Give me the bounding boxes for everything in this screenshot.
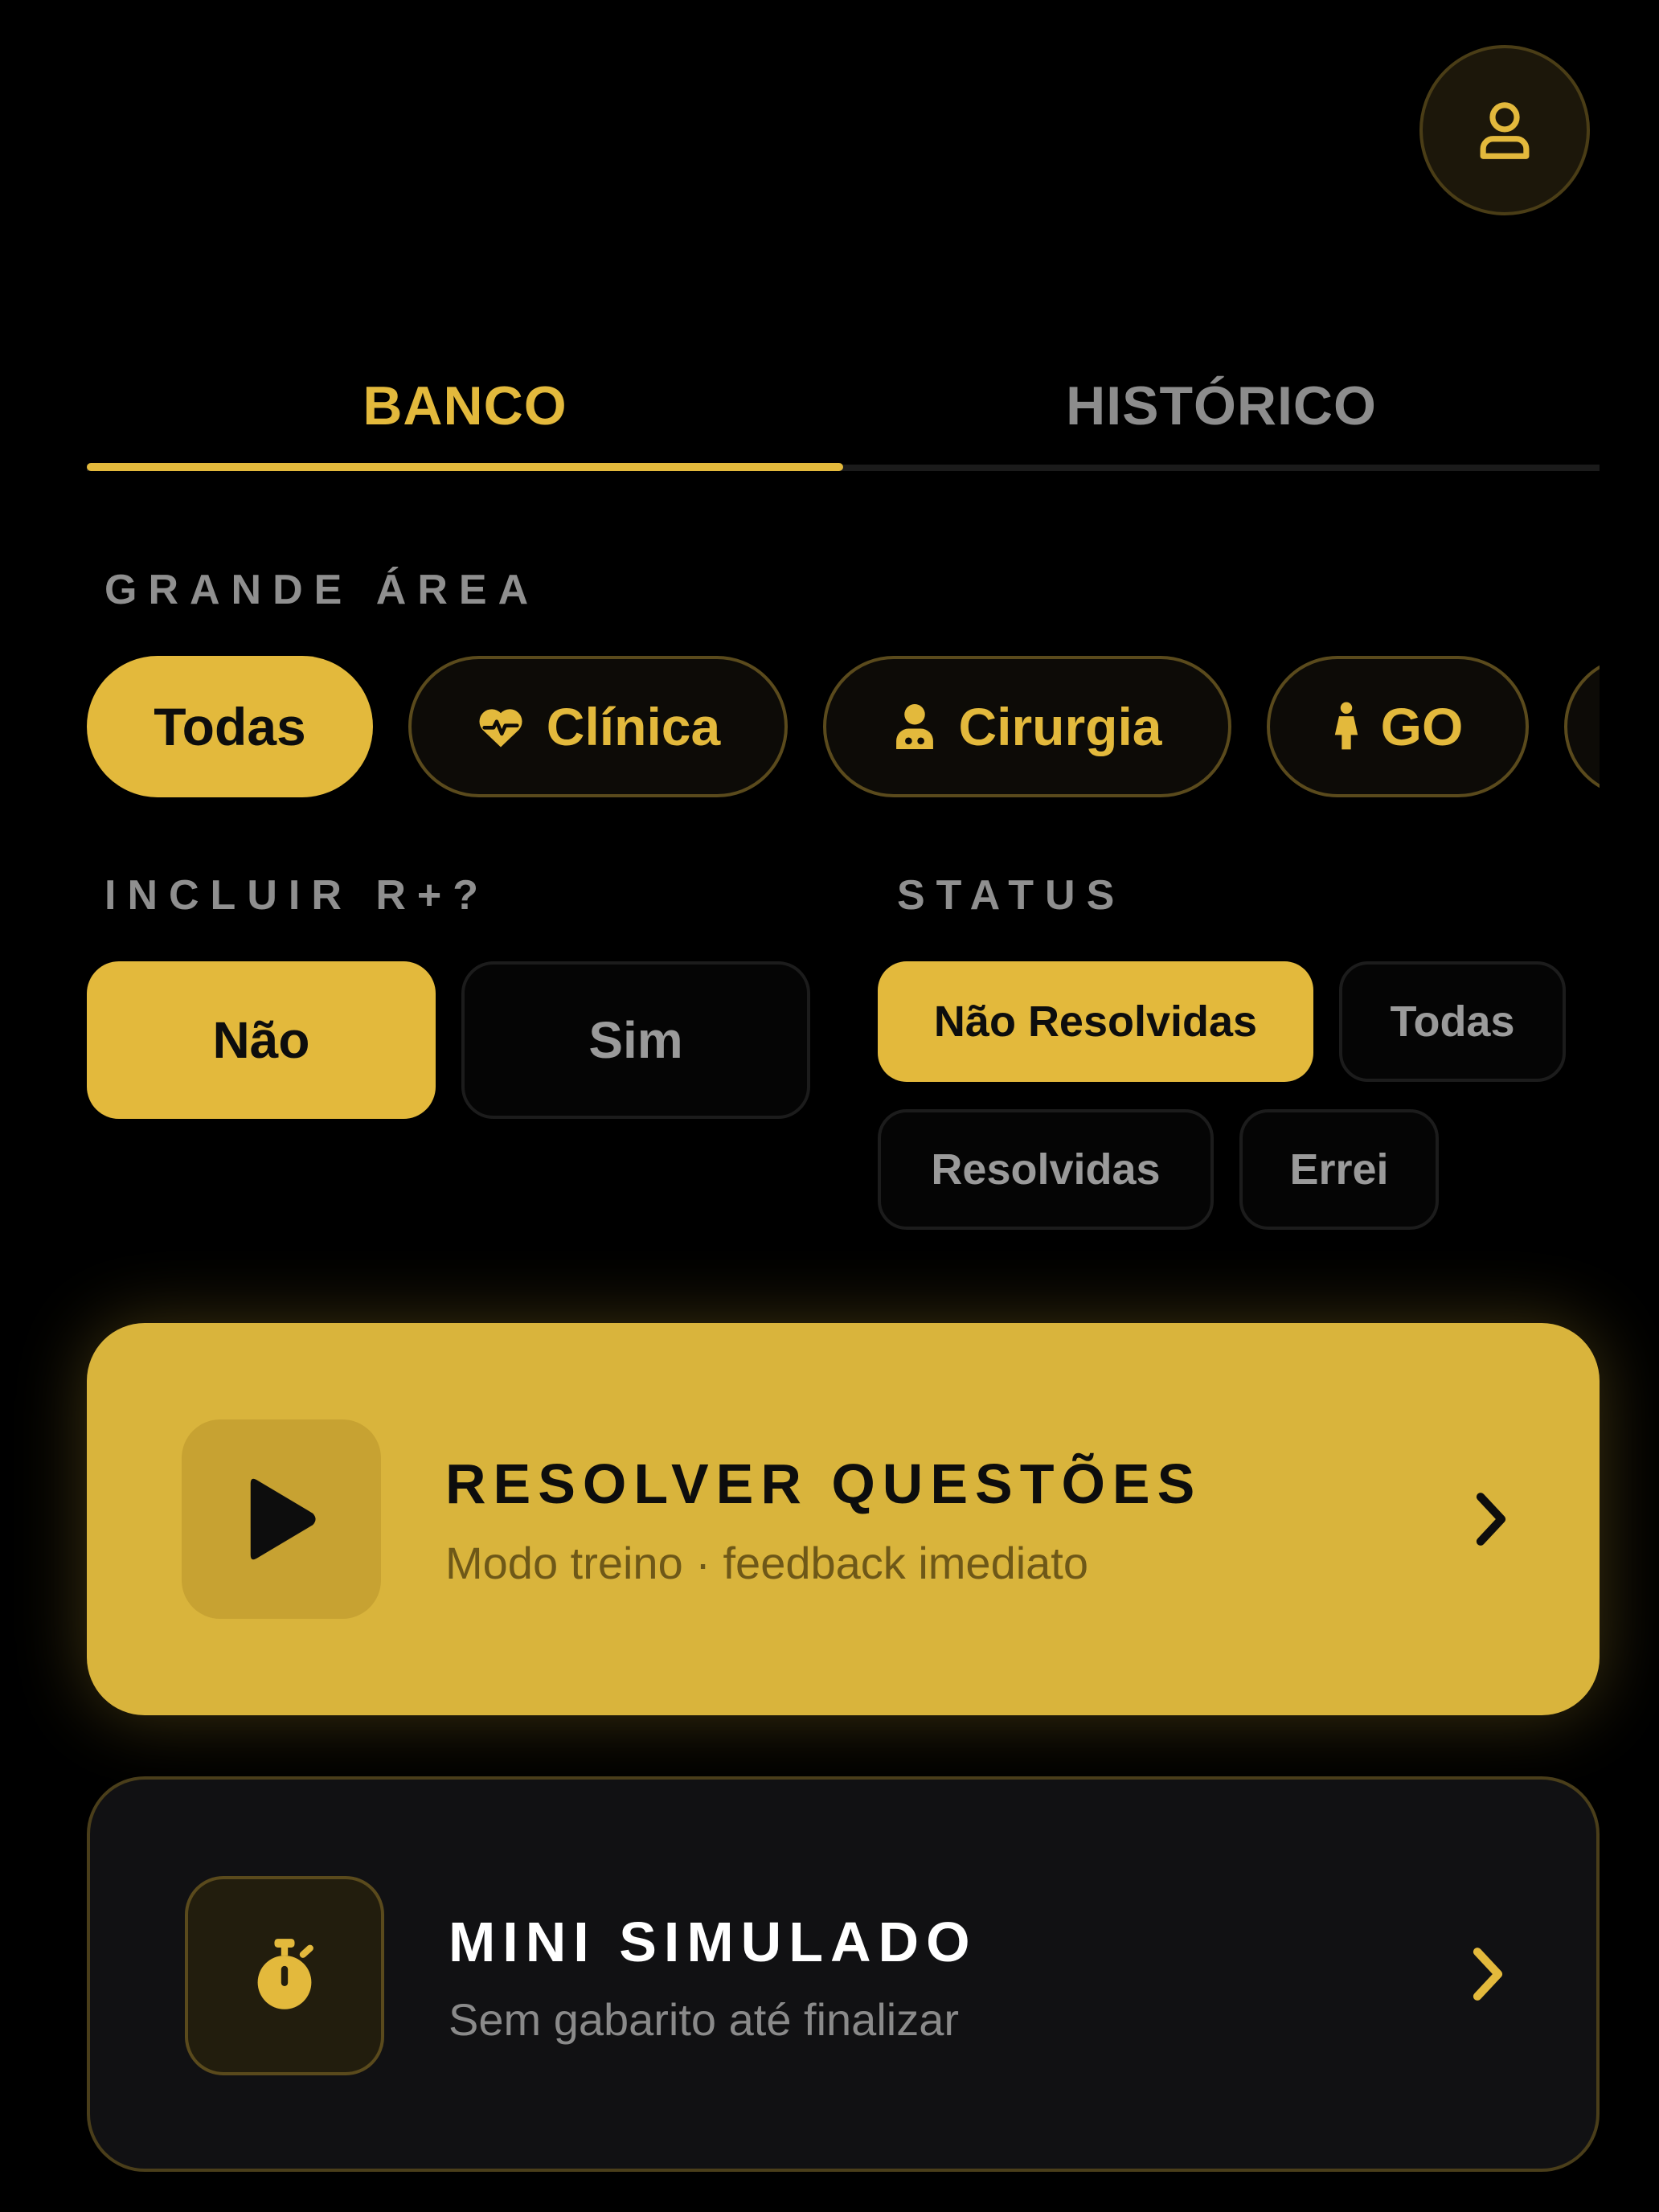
heart-pulse-icon (479, 709, 522, 748)
incluir-r-label: INCLUIR R+? (104, 872, 490, 919)
status-resolvidas[interactable]: Resolvidas (878, 1109, 1214, 1230)
chip-more[interactable] (1564, 656, 1600, 797)
resolver-icon-tile (182, 1419, 381, 1619)
status-todas[interactable]: Todas (1339, 961, 1566, 1082)
tab-banco[interactable]: BANCO (87, 338, 843, 474)
chip-cirurgia[interactable]: Cirurgia (823, 656, 1231, 797)
resolver-title: RESOLVER QUESTÕES (445, 1452, 1202, 1515)
chip-todas[interactable]: Todas (87, 656, 373, 797)
user-icon (1480, 102, 1530, 159)
chip-label: Todas (154, 697, 306, 756)
grande-area-label: GRANDE ÁREA (104, 567, 540, 613)
status-label: STATUS (897, 872, 1126, 919)
profile-button[interactable] (1419, 45, 1590, 215)
status-nao-resolvidas[interactable]: Não Resolvidas (878, 961, 1313, 1082)
incluir-r-sim[interactable]: Sim (461, 961, 810, 1119)
mini-simulado-card[interactable]: MINI SIMULADO Sem gabarito até finalizar (87, 1776, 1600, 2172)
chip-label: GO (1380, 697, 1464, 756)
woman-icon (1334, 702, 1358, 750)
resolver-subtitle: Modo treino · feedback imediato (445, 1538, 1088, 1588)
play-icon (250, 1478, 316, 1560)
simulado-subtitle: Sem gabarito até finalizar (449, 1994, 960, 2045)
surgeon-icon (896, 704, 934, 749)
incluir-r-nao[interactable]: Não (87, 961, 436, 1119)
chevron-right-icon (1476, 1493, 1506, 1546)
chip-go[interactable]: GO (1267, 656, 1529, 797)
resolver-questoes-card[interactable]: RESOLVER QUESTÕES Modo treino · feedback… (87, 1323, 1600, 1715)
stopwatch-icon (257, 1939, 313, 2009)
tab-bar: BANCO HISTÓRICO (87, 338, 1600, 474)
simulado-icon-tile (185, 1876, 384, 2075)
status-errei[interactable]: Errei (1239, 1109, 1439, 1230)
chip-clinica[interactable]: Clínica (408, 656, 788, 797)
tab-historico[interactable]: HISTÓRICO (843, 338, 1600, 474)
chip-label: Cirurgia (958, 697, 1162, 756)
grande-area-chips: Todas Clínica Cirurgia GO (87, 656, 1600, 797)
chevron-right-icon (1473, 1948, 1503, 2001)
simulado-title: MINI SIMULADO (449, 1911, 977, 1973)
chip-label: Clínica (546, 697, 721, 756)
